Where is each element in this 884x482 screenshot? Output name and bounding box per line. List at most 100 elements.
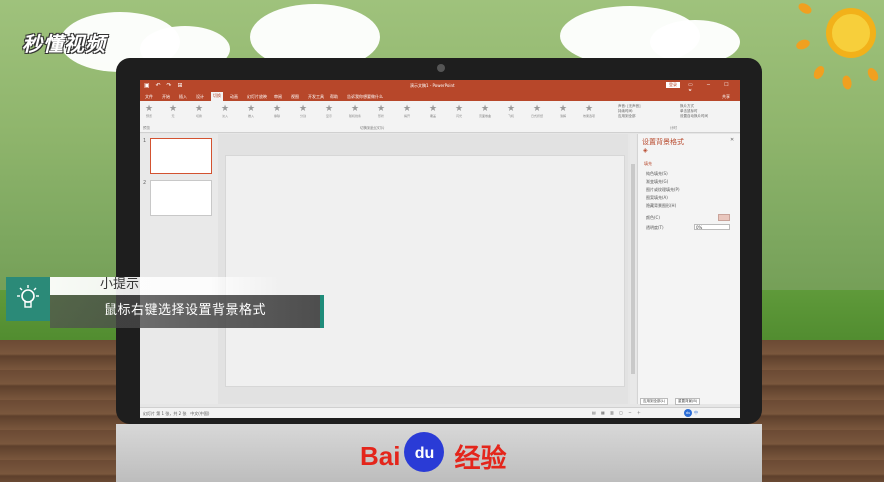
tab-insert[interactable]: 插入 [177,93,189,101]
transition-effect[interactable]: ★ 闪光 [450,104,468,119]
apply-to-all-button[interactable]: 应用到全部(L) [640,398,669,405]
checkbox-hide-background[interactable]: 隐藏背景图形(H) [646,203,676,209]
baidu-jingyan-logo: Bai du 经验 [360,431,507,475]
color-picker-button[interactable] [718,214,730,221]
effect-options-button[interactable]: ★ 效果选项 [580,104,598,119]
slide-editing-area [218,134,628,404]
tab-slideshow[interactable]: 幻灯片放映 [245,93,269,101]
miaodong-logo: 秒懂视频 [22,32,106,56]
transparency-input[interactable]: 0% [694,224,730,230]
apply-all-button[interactable]: 应用到全部 [618,114,641,119]
fill-section-header[interactable]: 填充 [644,161,652,167]
tab-review[interactable]: 审阅 [272,93,284,101]
star-icon: ★ [532,104,542,114]
baidu-ime-icon: du [684,409,692,417]
star-icon: ★ [376,104,386,114]
star-icon: ★ [428,104,438,114]
title-bar: ▣ ↶ ↷ ⊞ 演示文稿1 - PowerPoint 登录 ▭ − ☐ ✕ [140,80,740,94]
transition-effect[interactable]: ★ 随机线条 [346,104,364,119]
language-indicator: 中文(中国) [190,411,210,416]
tip-title: 小提示 [100,277,140,292]
tab-file[interactable]: 文件 [143,93,155,101]
baidu-brand-cn: 经验 [454,443,507,473]
radio-solid-fill[interactable]: 纯色填充(S) [646,171,668,177]
vertical-scrollbar[interactable] [630,134,636,404]
tip-icon-box [6,277,50,321]
transition-effect[interactable]: ★ 日式折纸 [528,104,546,119]
radio-picture-fill[interactable]: 图片或纹理填充(P) [646,187,680,193]
thumbnail-number: 1 [143,138,147,144]
color-label: 颜色(C) [646,215,660,220]
baidu-paw-icon: du [404,431,445,472]
auto-advance-checkbox[interactable]: 设置自动换片时间 [680,114,708,119]
preview-button[interactable]: ★ 预览 [140,104,158,119]
ime-toolbar[interactable]: du 中 [684,409,698,417]
tab-view[interactable]: 视图 [289,93,301,101]
transition-effect[interactable]: ★ 揭开 [398,104,416,119]
radio-pattern-fill[interactable]: 图案填充(A) [646,195,668,201]
transition-effect[interactable]: ★ 切换 [190,104,208,119]
star-icon: ★ [144,104,154,114]
star-icon: ★ [298,104,308,114]
group-label-timing: 计时 [670,126,677,130]
slide-thumbnail-pane: 1 2 [140,134,218,404]
star-icon: ★ [558,104,568,114]
transition-effect[interactable]: ★ 推入 [242,104,260,119]
transition-effect[interactable]: ★ 覆盖 [424,104,442,119]
star-icon: ★ [246,104,256,114]
transition-effect[interactable]: ★ 溶解 [554,104,572,119]
tab-developer[interactable]: 开发工具 [306,93,326,101]
baidu-brand-latin: Bai [360,441,401,471]
tab-home[interactable]: 开始 [160,93,172,101]
reset-background-button[interactable]: 重置背景(B) [675,398,701,405]
transition-effect[interactable]: ★ 飞机 [502,104,520,119]
status-bar: 幻灯片 第 1 张，共 2 张 中文(中国) ▤ ▦ ▥ ▢ − ＋ du 中 [140,407,740,418]
star-icon: ★ [480,104,490,114]
transparency-label: 透明度(T) [646,225,664,230]
quick-access-toolbar[interactable]: ▣ ↶ ↷ ⊞ [144,82,184,89]
slide-thumbnail[interactable] [150,138,212,174]
tab-help[interactable]: 帮助 [328,93,340,101]
paint-bucket-icon[interactable]: ◈ [643,147,648,154]
ribbon-tab-bar: 文件 开始 插入 设计 切换 动画 幻灯片放映 审阅 视图 开发工具 帮助 告诉… [140,91,740,101]
transition-effect[interactable]: ★ 分割 [294,104,312,119]
close-icon[interactable]: ✕ [730,137,734,143]
group-label-transitions: 切换到此幻灯片 [360,126,385,130]
ime-mode[interactable]: 中 [694,410,698,416]
transition-effect[interactable]: ★ 形状 [372,104,390,119]
document-title: 演示文稿1 - PowerPoint [410,83,455,88]
thumbnail-number: 2 [143,180,147,186]
tip-title-bar [50,277,280,295]
webcam-icon [437,64,445,72]
tip-accent-bar [320,295,324,328]
transition-effect[interactable]: ★ 擦除 [268,104,286,119]
ribbon-transitions: ★ 预览 ★ 无 ★ 切换 ★ 淡入 ★ 推入 ★ 擦除 ★ 分割 ★ 显示 ★ 随机线条 ★ 形… [140,101,740,133]
star-icon: ★ [506,104,516,114]
slide-canvas[interactable] [225,155,625,387]
lightbulb-icon [17,285,39,308]
powerpoint-window: ▣ ↶ ↷ ⊞ 演示文稿1 - PowerPoint 登录 ▭ − ☐ ✕ 文件… [140,80,740,418]
radio-gradient-fill[interactable]: 渐变填充(G) [646,179,668,185]
tab-animations[interactable]: 动画 [228,93,240,101]
star-icon: ★ [350,104,360,114]
transition-effect[interactable]: ★ 显示 [320,104,338,119]
share-button[interactable]: 共享 [720,93,732,101]
star-icon: ★ [168,104,178,114]
login-button[interactable]: 登录 [666,82,680,88]
tell-me-search[interactable]: 告诉我你想要做什么 [345,93,385,101]
format-background-pane: 设置背景格式 ✕ ◈ 填充 纯色填充(S) 渐变填充(G) 图片或纹理填充(P)… [637,134,740,404]
transition-effect[interactable]: ★ 无 [164,104,182,119]
view-buttons[interactable]: ▤ ▦ ▥ ▢ − ＋ [592,410,643,416]
star-icon: ★ [220,104,230,114]
slide-thumbnail[interactable] [150,180,212,216]
tab-design[interactable]: 设计 [194,93,206,101]
advance-controls: 换片方式 单击鼠标时 设置自动换片时间 [680,104,708,119]
star-icon: ★ [454,104,464,114]
tip-text: 鼠标右键选择设置背景格式 [104,303,267,318]
transition-effect[interactable]: ★ 淡入 [216,104,234,119]
star-icon: ★ [272,104,282,114]
tab-transitions[interactable]: 切换 [211,92,223,101]
scroll-thumb[interactable] [631,164,635,374]
sun-icon [826,8,876,58]
transition-effect[interactable]: ★ 页面卷曲 [476,104,494,119]
